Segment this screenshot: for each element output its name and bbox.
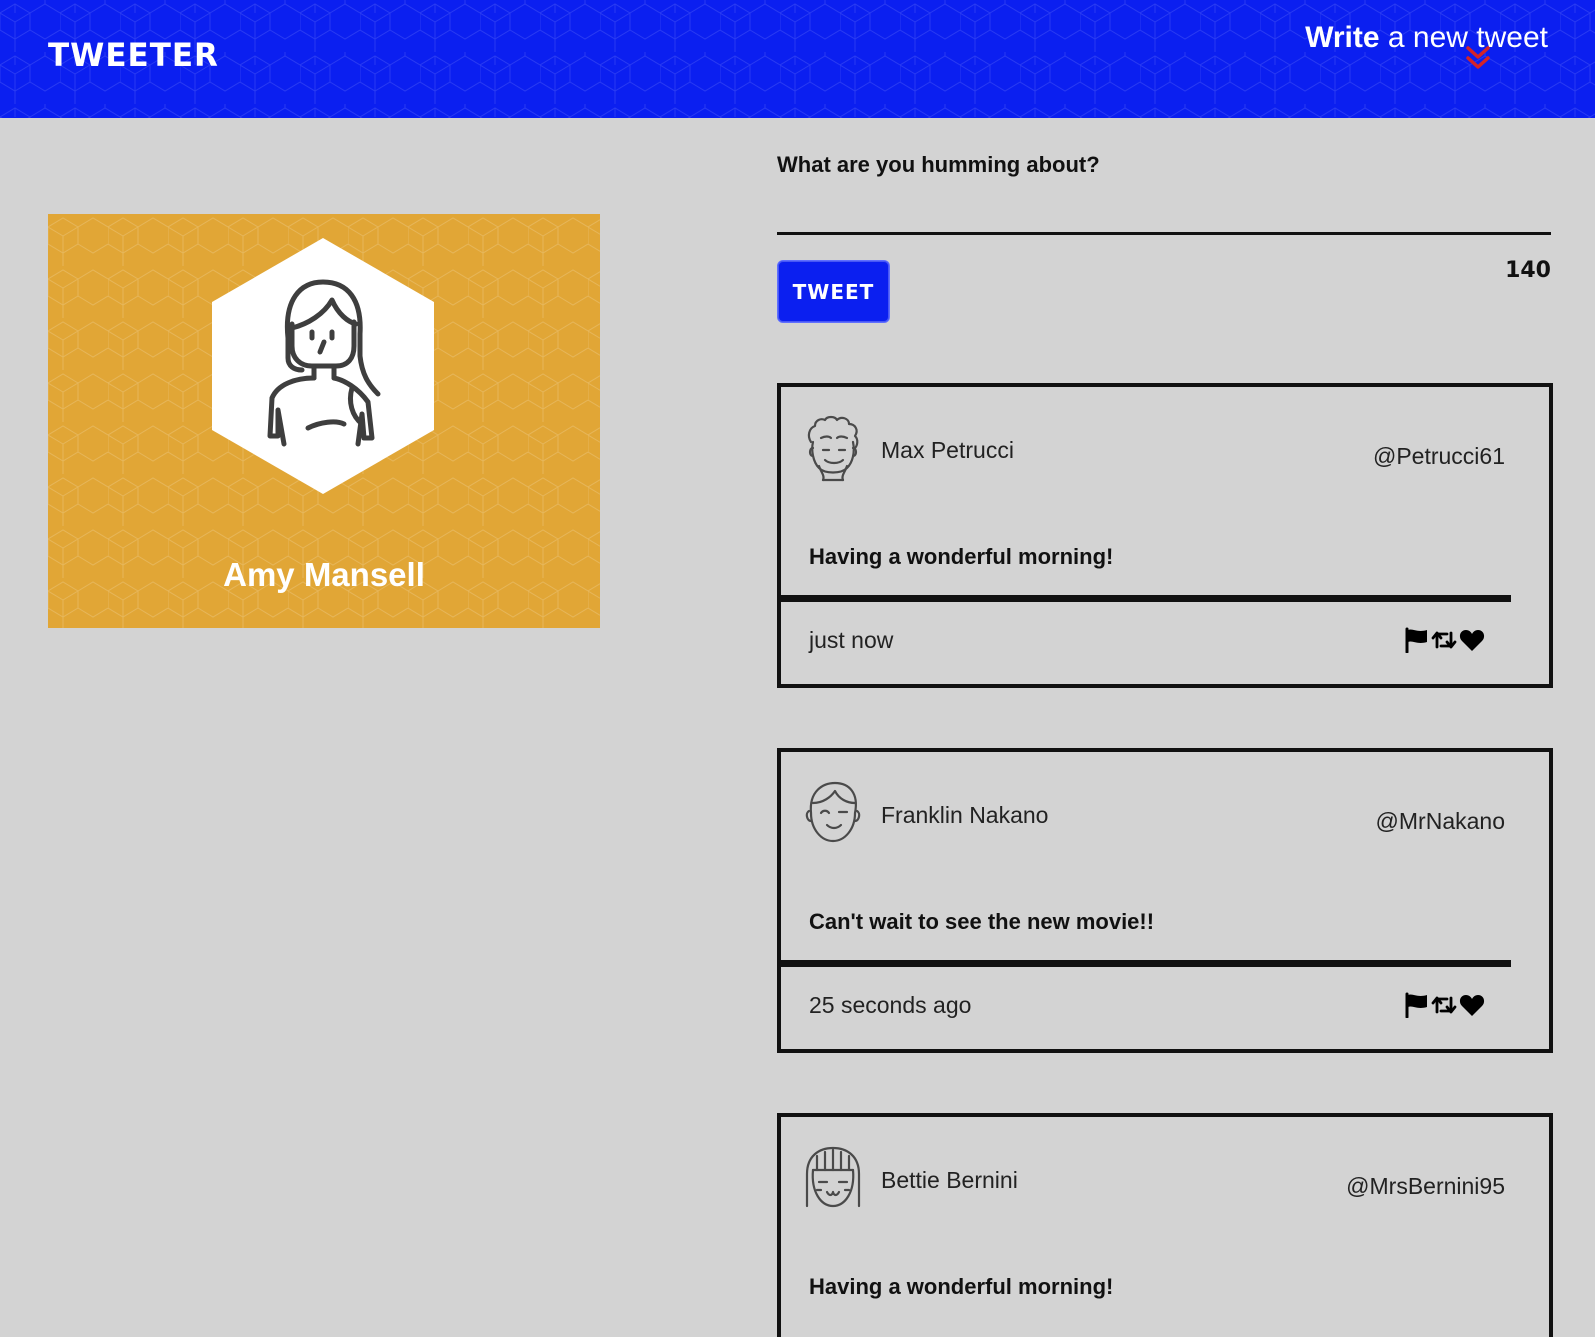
tweet-text: Having a wonderful morning!	[809, 544, 1114, 569]
winking-man-avatar-icon	[805, 781, 861, 843]
tweet-author-handle[interactable]: @Petrucci61	[1373, 443, 1505, 470]
tweet-author-handle[interactable]: @MrsBernini95	[1346, 1173, 1505, 1200]
tweet-text: Can't wait to see the new movie!!	[809, 909, 1155, 934]
tweet-author-name[interactable]: Max Petrucci	[881, 437, 1014, 464]
tweet-text: Having a wonderful morning!	[809, 1274, 1114, 1299]
heart-icon[interactable]	[1459, 627, 1485, 653]
tweet-author-handle[interactable]: @MrNakano	[1376, 808, 1505, 835]
compose-label: What are you humming about?	[777, 152, 1100, 177]
tweet-card: Max Petrucci @Petrucci61 Having a wonder…	[777, 383, 1553, 688]
tweet-actions	[1403, 992, 1485, 1018]
flag-icon[interactable]	[1403, 992, 1429, 1018]
tweet-timestamp: 25 seconds ago	[809, 992, 972, 1018]
curly-hair-man-avatar-icon	[807, 415, 859, 482]
brand-logo[interactable]: TWEETER	[48, 38, 219, 75]
write-new-tweet-toggle[interactable]: Write a new tweet	[1305, 18, 1548, 58]
tweet-submit-button[interactable]: Tweet	[777, 260, 890, 323]
tweet-author-name[interactable]: Franklin Nakano	[881, 802, 1048, 829]
top-nav: TWEETER Write a new tweet	[0, 0, 1595, 118]
tweet-actions	[1403, 627, 1485, 653]
tweet-timestamp: just now	[809, 627, 894, 653]
heart-icon[interactable]	[1459, 992, 1485, 1018]
tweet-author-name[interactable]: Bettie Bernini	[881, 1167, 1018, 1194]
write-label-bold: Write	[1305, 21, 1380, 54]
tweet-card: Franklin Nakano @MrNakano Can't wait to …	[777, 748, 1553, 1053]
double-chevron-down-icon[interactable]	[1464, 44, 1492, 72]
tweet-divider	[781, 960, 1511, 967]
retweet-icon[interactable]	[1431, 627, 1457, 653]
tweet-card: Bettie Bernini @MrsBernini95 Having a wo…	[777, 1113, 1553, 1337]
tweet-text-input[interactable]	[777, 188, 1551, 235]
woman-avatar-icon	[212, 238, 434, 494]
profile-name: Amy Mansell	[223, 556, 425, 593]
bangs-woman-avatar-icon	[805, 1146, 861, 1208]
flag-icon[interactable]	[1403, 627, 1429, 653]
character-counter: 140	[1505, 258, 1551, 283]
retweet-icon[interactable]	[1431, 992, 1457, 1018]
tweet-divider	[781, 595, 1511, 602]
profile-card: Amy Mansell	[48, 214, 600, 628]
